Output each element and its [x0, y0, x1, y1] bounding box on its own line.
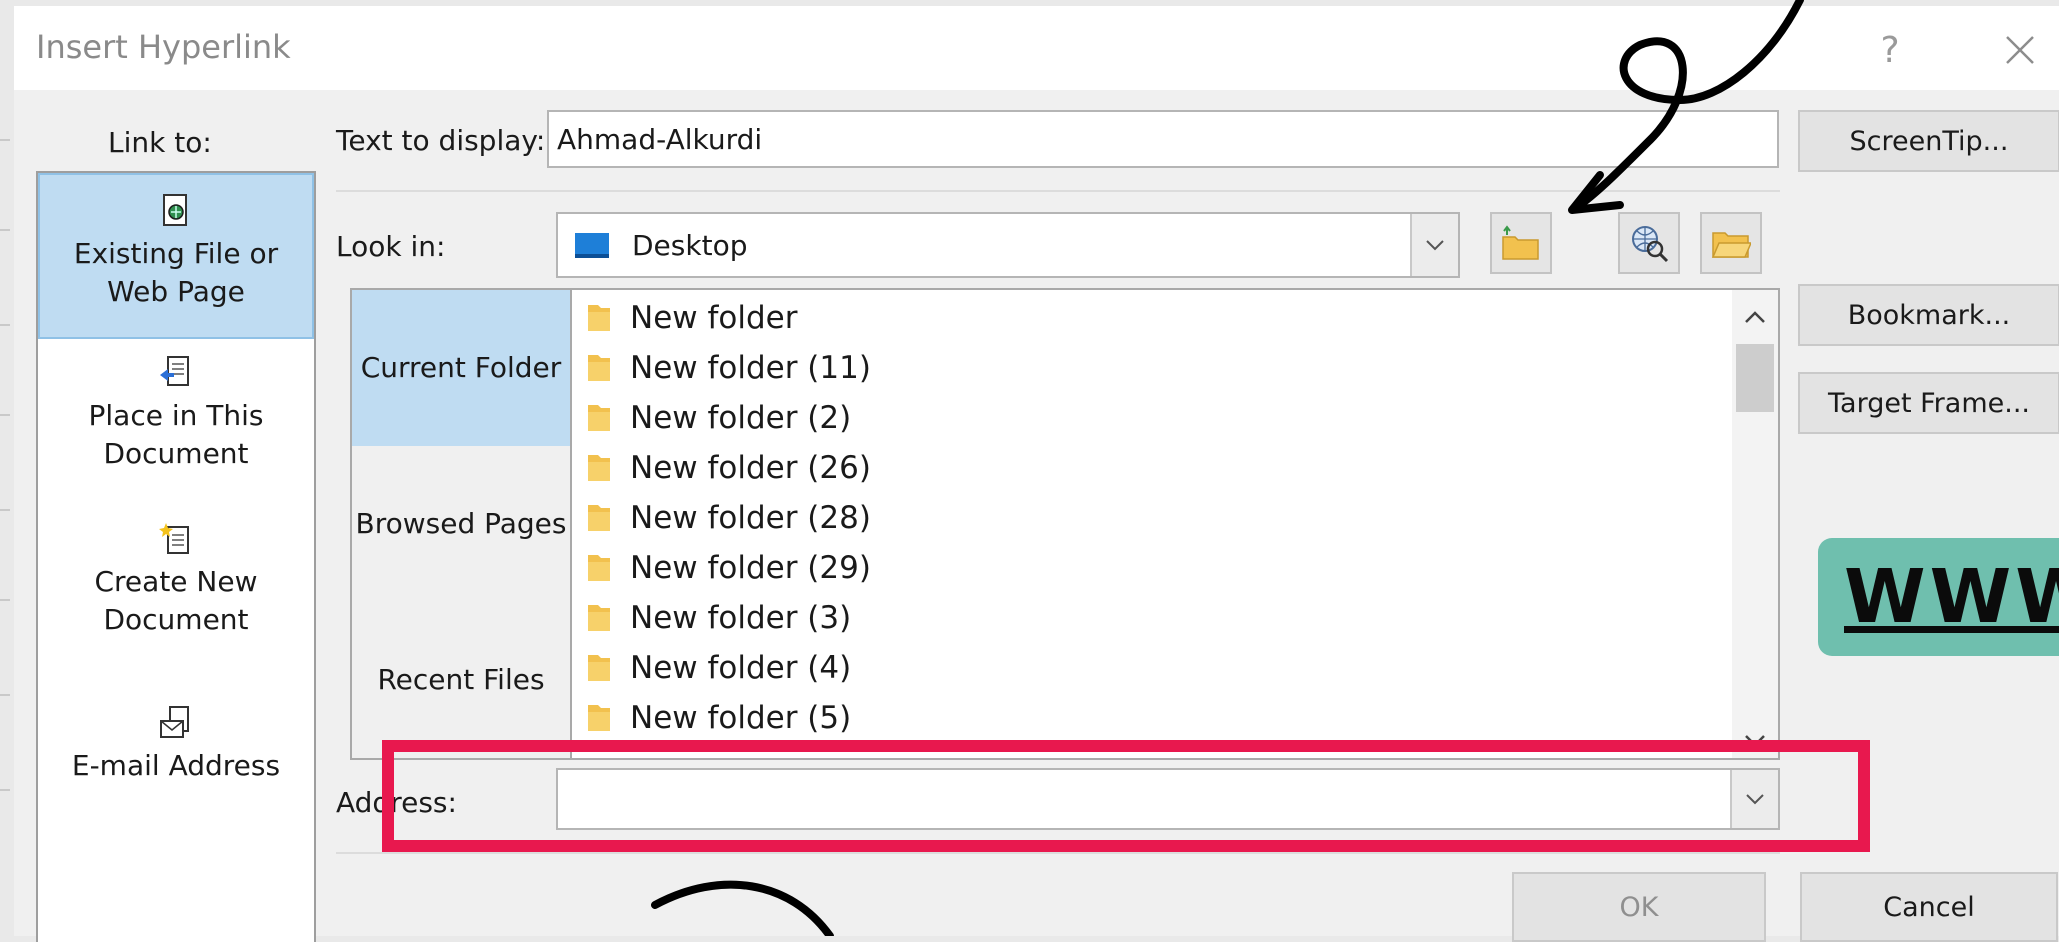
cancel-button[interactable]: Cancel [1800, 872, 2058, 942]
list-item[interactable]: New folder (26) [586, 444, 871, 492]
chevron-up-icon [1745, 311, 1765, 323]
look-in-combo[interactable]: Desktop [556, 212, 1460, 278]
background-edge [0, 0, 14, 936]
existing-file-icon [163, 194, 187, 226]
place-in-document-icon [160, 356, 189, 386]
file-list: New folder New folder (11) New folder (2… [570, 288, 1780, 760]
file-name: New folder (5) [630, 700, 852, 736]
list-item[interactable]: New folder [586, 294, 797, 342]
separator-top [336, 190, 1780, 192]
folder-icon [588, 355, 610, 381]
browse-web-icon [1632, 226, 1669, 263]
tab-recent-files[interactable]: Recent Files [352, 602, 570, 758]
list-item[interactable]: New folder (28) [586, 494, 871, 542]
link-existing-line2: Web Page [107, 275, 245, 308]
link-place-in-document[interactable]: Place in This Document [38, 355, 314, 495]
tab-browsed-pages[interactable]: Browsed Pages [352, 446, 570, 602]
list-item[interactable]: New folder (11) [586, 344, 871, 392]
close-icon [2006, 36, 2034, 64]
file-name: New folder (2) [630, 400, 852, 436]
link-email-line1: E-mail Address [71, 749, 281, 782]
folder-icon [588, 455, 610, 481]
bookmark-button[interactable]: Bookmark... [1798, 284, 2059, 346]
link-email-address[interactable]: E-mail Address [38, 705, 314, 805]
email-icon [160, 706, 189, 738]
file-list-scrollbar[interactable] [1732, 290, 1778, 758]
list-item[interactable]: New folder (29) [586, 544, 871, 592]
text-to-display-input[interactable]: Ahmad-Alkurdi [547, 110, 1779, 168]
tab-current-folder[interactable]: Current Folder [352, 290, 570, 446]
target-frame-button[interactable]: Target Frame... [1798, 372, 2059, 434]
text-to-display-label: Text to display: [336, 124, 546, 157]
list-item[interactable]: New folder (4) [586, 644, 851, 692]
browse-web-button[interactable] [1618, 212, 1680, 274]
ok-button[interactable]: OK [1512, 872, 1766, 942]
browse-file-button[interactable] [1700, 212, 1762, 274]
look-in-label: Look in: [336, 230, 446, 263]
file-name: New folder (4) [630, 650, 852, 686]
folder-icon [588, 705, 610, 731]
desktop-icon [575, 233, 609, 258]
link-place-line1: Place in This [88, 399, 264, 432]
file-name: New folder (11) [630, 350, 871, 386]
up-one-folder-icon [1502, 225, 1539, 260]
file-name: New folder (3) [630, 600, 852, 636]
help-button[interactable]: ? [1860, 20, 1920, 80]
dialog-title: Insert Hyperlink [36, 28, 291, 66]
file-name: New folder (26) [630, 450, 871, 486]
link-create-line2: Document [103, 603, 249, 636]
folder-icon [588, 305, 610, 331]
look-in-value: Desktop [632, 228, 748, 262]
scrollbar-thumb[interactable] [1736, 344, 1774, 412]
look-in-dropdown[interactable] [1410, 214, 1458, 276]
address-highlight-box [382, 740, 1870, 852]
new-document-icon [159, 523, 189, 554]
link-place-line2: Document [103, 437, 249, 470]
link-existing-line1: Existing File or [73, 237, 279, 270]
file-name: New folder [630, 300, 798, 336]
file-name: New folder (28) [630, 500, 871, 536]
folder-icon [588, 505, 610, 531]
chevron-down-icon [1426, 240, 1444, 251]
link-create-new-document[interactable]: Create New Document [38, 521, 314, 661]
folder-icon [588, 405, 610, 431]
list-item[interactable]: New folder (5) [586, 694, 851, 742]
link-to-label: Link to: [108, 126, 212, 159]
browse-tabs: Current Folder Browsed Pages Recent File… [350, 288, 570, 760]
title-bar: Insert Hyperlink ? [14, 6, 2059, 90]
screentip-button[interactable]: ScreenTip... [1798, 110, 2059, 172]
browse-file-icon [1711, 232, 1751, 258]
link-create-line1: Create New [94, 565, 258, 598]
link-existing-file[interactable]: Existing File or Web Page [38, 173, 314, 339]
list-item[interactable]: New folder (2) [586, 394, 851, 442]
file-name: New folder (29) [630, 550, 871, 586]
separator-bottom [336, 852, 1780, 854]
close-button[interactable] [1990, 20, 2050, 80]
folder-icon [588, 605, 610, 631]
folder-icon [588, 555, 610, 581]
www-badge: WWW [1818, 538, 2059, 656]
up-one-folder-button[interactable] [1490, 212, 1552, 274]
link-to-sidebar: Existing File or Web Page Place in This … [36, 171, 316, 942]
folder-icon [588, 655, 610, 681]
list-item[interactable]: New folder (3) [586, 594, 851, 642]
